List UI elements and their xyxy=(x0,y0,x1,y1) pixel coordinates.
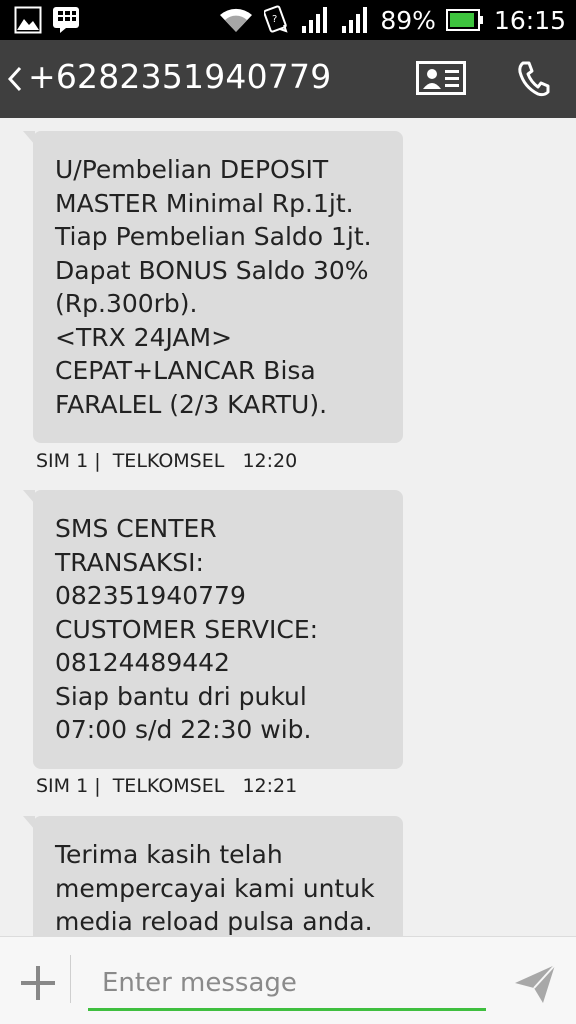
notification-icons xyxy=(14,6,80,34)
compose-divider xyxy=(70,955,71,1003)
message-text: U/Pembelian DEPOSIT MASTER Minimal Rp.1j… xyxy=(55,155,372,419)
battery-percent: 89% xyxy=(380,5,436,35)
message-bubble[interactable]: SMS CENTER TRANSAKSI: 082351940779 CUSTO… xyxy=(23,490,403,769)
send-icon[interactable] xyxy=(512,961,558,1007)
bbm-icon xyxy=(53,7,79,33)
message-list[interactable]: U/Pembelian DEPOSIT MASTER Minimal Rp.1j… xyxy=(0,118,576,936)
message-meta: SIM 1 | TELKOMSEL 12:21 xyxy=(36,775,298,797)
battery-icon xyxy=(445,9,483,31)
message-bubble[interactable]: Terima kasih telah mempercayai kami untu… xyxy=(23,816,403,936)
clock: 16:15 xyxy=(493,5,566,35)
message-text: SMS CENTER TRANSAKSI: 082351940779 CUSTO… xyxy=(55,514,319,744)
signal-icon xyxy=(302,7,328,33)
gallery-icon xyxy=(14,6,42,34)
message-input[interactable] xyxy=(88,957,486,1011)
status-bar: ? 89% 16:15 xyxy=(0,0,576,40)
conversation-header: +6282351940779 xyxy=(0,40,576,118)
back-icon[interactable] xyxy=(6,60,24,98)
phone-icon[interactable] xyxy=(516,60,550,98)
message-text: Terima kasih telah mempercayai kami untu… xyxy=(55,840,375,936)
message-meta: SIM 1 | TELKOMSEL 12:20 xyxy=(36,450,298,472)
wifi-icon xyxy=(220,8,253,32)
system-icons: ? 89% 16:15 xyxy=(218,0,566,40)
contact-number-title[interactable]: +6282351940779 xyxy=(28,57,331,96)
sync-icon: ? xyxy=(264,5,288,33)
add-attachment-icon[interactable] xyxy=(18,963,58,1003)
message-bubble[interactable]: U/Pembelian DEPOSIT MASTER Minimal Rp.1j… xyxy=(23,131,403,443)
svg-text:?: ? xyxy=(272,14,277,25)
contact-card-icon[interactable] xyxy=(416,61,466,95)
compose-bar xyxy=(0,936,576,1024)
signal-icon xyxy=(342,7,368,33)
